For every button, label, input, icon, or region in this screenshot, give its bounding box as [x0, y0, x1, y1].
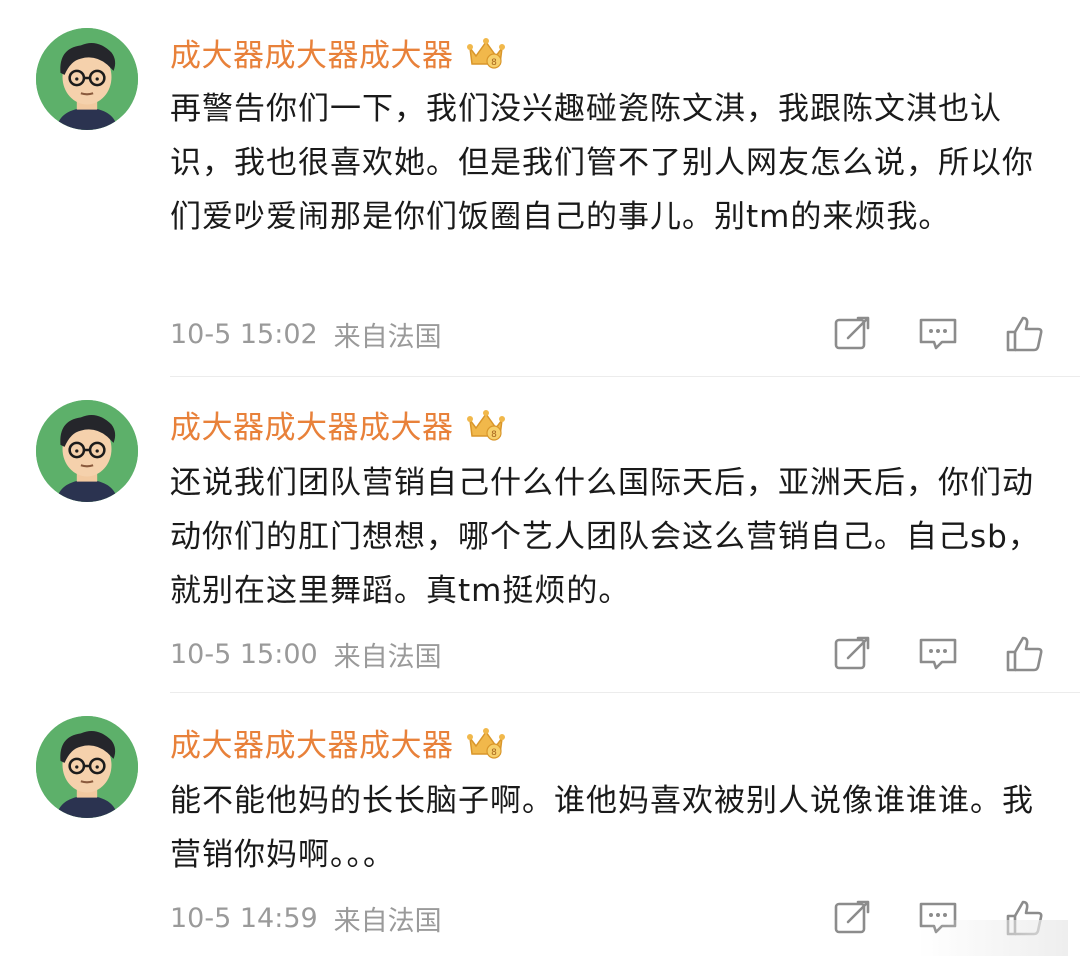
share-icon[interactable] [830, 312, 874, 356]
divider [170, 376, 1080, 377]
comment-icon[interactable] [916, 632, 960, 676]
user-row: 成大器成大器成大器 8 [170, 402, 508, 447]
thumbs-up-icon[interactable] [1002, 312, 1046, 356]
divider [170, 692, 1080, 693]
comment-source: 来自法国 [333, 321, 442, 353]
comment-item: 成大器成大器成大器 8 再警告你们一下，我们没兴趣碰瓷陈文淇，我跟陈文淇也认识，… [0, 0, 1080, 378]
share-icon[interactable] [830, 896, 874, 940]
watermark-overlay [918, 920, 1068, 956]
comment-text: 再警告你们一下，我们没兴趣碰瓷陈文淇，我跟陈文淇也认识，我也很喜欢她。但是我们管… [170, 91, 1034, 235]
comment-meta: 10-5 15:00 来自法国 [170, 634, 442, 674]
comment-source: 来自法国 [333, 905, 442, 937]
avatar[interactable] [36, 716, 138, 818]
comment-icon[interactable] [916, 312, 960, 356]
username[interactable]: 成大器成大器成大器 [170, 30, 454, 75]
comment-text: 能不能他妈的长长脑子啊。谁他妈喜欢被别人说像谁谁谁。我营销你妈啊。。。 [170, 783, 1034, 873]
share-icon[interactable] [830, 632, 874, 676]
comment-meta: 10-5 14:59 来自法国 [170, 898, 442, 938]
comment-actions [830, 312, 1046, 356]
username[interactable]: 成大器成大器成大器 [170, 720, 454, 765]
avatar[interactable] [36, 400, 138, 502]
comment-time: 10-5 15:00 [170, 638, 318, 670]
avatar[interactable] [36, 28, 138, 130]
comment-item: 成大器成大器成大器 8 还说我们团队营销自己什么什么国际天后，亚洲天后，你们动动… [0, 378, 1080, 694]
comment-actions [830, 632, 1046, 676]
avatar-cartoon-man-icon [36, 28, 138, 130]
comment-meta: 10-5 15:02 来自法国 [170, 314, 442, 354]
user-row: 成大器成大器成大器 8 [170, 720, 508, 765]
avatar-cartoon-man-icon [36, 400, 138, 502]
username[interactable]: 成大器成大器成大器 [170, 402, 454, 447]
svg-text:8: 8 [491, 748, 497, 758]
comment-time: 10-5 15:02 [170, 318, 318, 350]
crown-vip-badge-icon: 8 [466, 38, 505, 69]
crown-vip-badge-icon: 8 [466, 410, 505, 441]
svg-text:8: 8 [491, 58, 497, 68]
user-row: 成大器成大器成大器 8 [170, 30, 508, 75]
thumbs-up-icon[interactable] [1002, 632, 1046, 676]
svg-text:8: 8 [491, 430, 497, 440]
comment-text: 还说我们团队营销自己什么什么国际天后，亚洲天后，你们动动你们的肛门想想，哪个艺人… [170, 465, 1040, 609]
avatar-cartoon-man-icon [36, 716, 138, 818]
comment-source: 来自法国 [333, 641, 442, 673]
crown-vip-badge-icon: 8 [466, 728, 505, 759]
comment-time: 10-5 14:59 [170, 902, 318, 934]
